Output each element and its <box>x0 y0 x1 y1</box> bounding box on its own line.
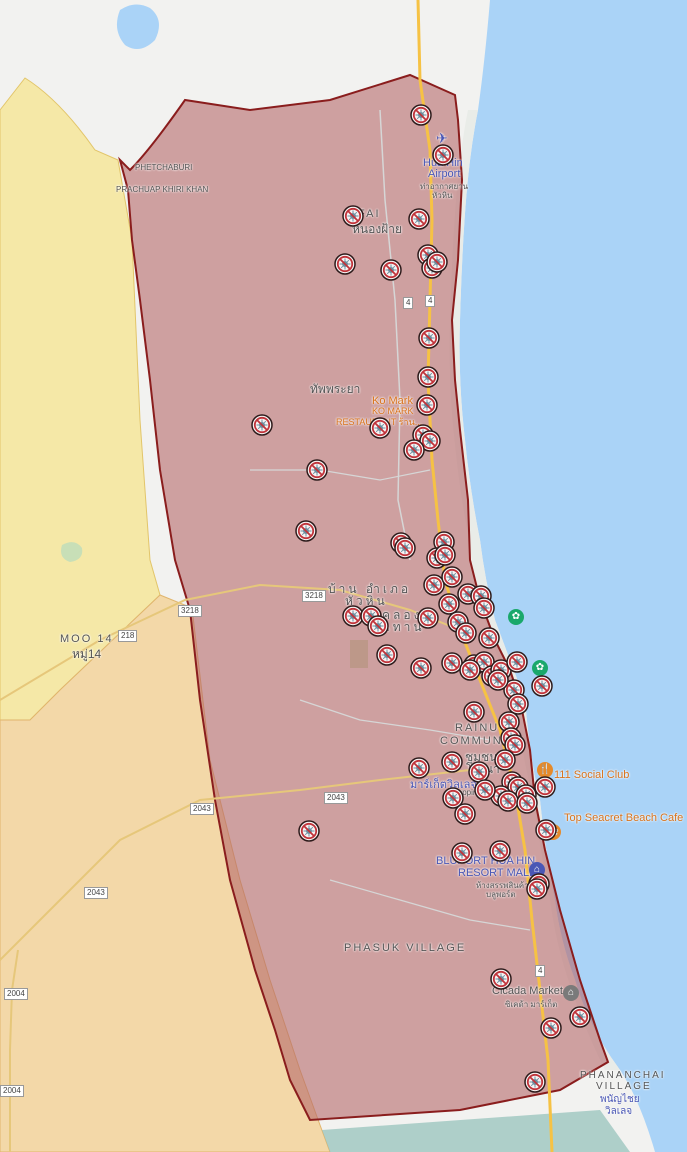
no-virus-icon[interactable] <box>434 544 456 566</box>
social-club-label[interactable]: 111 Social Club <box>554 769 629 781</box>
no-virus-icon[interactable] <box>489 840 511 862</box>
no-virus-icon[interactable] <box>417 366 439 388</box>
place-pin-green-icon[interactable]: ✿ <box>532 660 548 676</box>
no-virus-icon[interactable] <box>506 651 528 673</box>
no-virus-icon[interactable] <box>418 327 440 349</box>
no-virus-icon[interactable] <box>380 259 402 281</box>
no-virus-icon[interactable] <box>376 644 398 666</box>
no-virus-icon[interactable] <box>416 394 438 416</box>
prachuap-label: PRACHUAP KHIRI KHAN <box>116 185 209 194</box>
place-pin-grey-icon[interactable]: ⌂ <box>563 985 579 1001</box>
road-shield: 4 <box>535 965 546 977</box>
no-virus-icon[interactable] <box>455 622 477 644</box>
road-shield: 4 <box>403 297 414 309</box>
no-virus-icon[interactable] <box>463 701 485 723</box>
no-virus-icon[interactable] <box>426 251 448 273</box>
map-canvas[interactable] <box>0 0 687 1152</box>
no-virus-icon[interactable] <box>403 439 425 461</box>
no-virus-icon[interactable] <box>295 520 317 542</box>
moo14-label-th: หมู่14 <box>72 647 102 661</box>
no-virus-icon[interactable] <box>408 208 430 230</box>
no-virus-icon[interactable] <box>410 657 432 679</box>
no-virus-icon[interactable] <box>535 819 557 841</box>
no-virus-icon[interactable] <box>531 675 553 697</box>
road-shield: 3218 <box>178 605 202 617</box>
phananchai-label-th-2: วิลเลจ <box>605 1106 633 1117</box>
road-shield: 2043 <box>190 803 214 815</box>
no-virus-icon[interactable] <box>334 253 356 275</box>
no-virus-icon[interactable] <box>441 751 463 773</box>
cicada-market-label-th: ซิเคด้า มาร์เก็ต <box>505 1000 558 1009</box>
no-virus-icon[interactable] <box>251 414 273 436</box>
no-virus-icon[interactable] <box>417 607 439 629</box>
road-shield: 2043 <box>324 792 348 804</box>
no-virus-icon[interactable] <box>473 597 495 619</box>
airport-label-en-2: Airport <box>428 168 461 180</box>
no-virus-icon[interactable] <box>432 144 454 166</box>
no-virus-icon[interactable] <box>487 669 509 691</box>
no-virus-icon[interactable] <box>540 1017 562 1039</box>
community-label-2: COMMUN <box>440 735 503 747</box>
no-virus-icon[interactable] <box>306 459 328 481</box>
no-virus-icon[interactable] <box>408 757 430 779</box>
no-virus-icon[interactable] <box>516 792 538 814</box>
community-label-1: RAINU <box>455 722 500 734</box>
no-virus-icon[interactable] <box>526 878 548 900</box>
no-virus-icon[interactable] <box>524 1071 546 1093</box>
road-shield: 2043 <box>84 887 108 899</box>
phananchai-label-2: VILLAGE <box>596 1081 652 1092</box>
moo14-label-en: MOO 14 <box>60 633 114 645</box>
phetchaburi-label: PHETCHABURI <box>135 163 193 172</box>
no-virus-icon[interactable] <box>490 968 512 990</box>
no-virus-icon[interactable] <box>459 659 481 681</box>
no-virus-icon[interactable] <box>474 779 496 801</box>
road-shield: 3218 <box>302 590 326 602</box>
no-virus-icon[interactable] <box>454 803 476 825</box>
blueport-label-4: บลูพอร์ต <box>486 890 516 899</box>
blueport-label-2: RESORT MALL <box>458 867 536 879</box>
no-virus-icon[interactable] <box>342 205 364 227</box>
road-shield: 2004 <box>4 988 28 1000</box>
top-seacret-label[interactable]: Top Seacret Beach Cafe <box>564 812 683 824</box>
phasuk-village-label: PHASUK VILLAGE <box>344 942 467 954</box>
place-pin-green-icon[interactable]: ✿ <box>508 609 524 625</box>
thap-tai-label: ทัพพระยา <box>310 382 361 396</box>
road-shield: 218 <box>118 630 138 642</box>
road-shield: 2004 <box>0 1085 24 1097</box>
road-shield: 4 <box>425 295 436 307</box>
no-virus-icon[interactable] <box>494 749 516 771</box>
no-virus-icon[interactable] <box>478 627 500 649</box>
no-virus-icon[interactable] <box>451 842 473 864</box>
airport-label-th-2: หัวหิน <box>432 191 453 200</box>
no-virus-icon[interactable] <box>367 615 389 637</box>
no-virus-icon[interactable] <box>298 820 320 842</box>
phananchai-label-1: PHANANCHAI <box>580 1070 666 1081</box>
no-virus-icon[interactable] <box>394 537 416 559</box>
no-virus-icon[interactable] <box>569 1006 591 1028</box>
no-virus-icon[interactable] <box>410 104 432 126</box>
no-virus-icon[interactable] <box>369 417 391 439</box>
